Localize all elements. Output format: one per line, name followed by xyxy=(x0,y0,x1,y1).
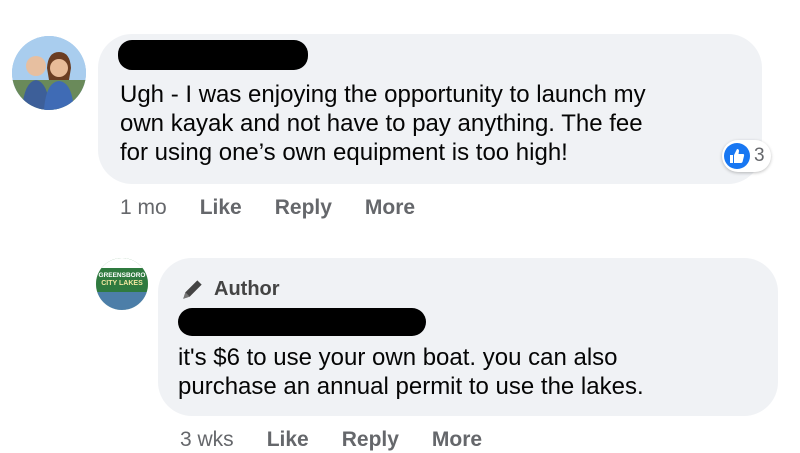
reply-actions: 3 wks Like Reply More xyxy=(180,428,515,452)
reply-link[interactable]: Reply xyxy=(275,196,332,220)
comment-timestamp[interactable]: 1 mo xyxy=(120,196,167,220)
like-link[interactable]: Like xyxy=(267,428,309,452)
comment-bubble: Ugh - I was enjoying the opportunity to … xyxy=(98,34,762,184)
logo-text-line2: CITY LAKES xyxy=(101,280,143,287)
commenter-avatar[interactable] xyxy=(12,36,86,110)
greensboro-city-lakes-logo: GREENSBORO CITY LAKES xyxy=(96,258,148,310)
comment-actions: 1 mo Like Reply More xyxy=(120,196,448,220)
reaction-count-number: 3 xyxy=(754,145,765,166)
reaction-count[interactable]: 3 xyxy=(722,140,771,172)
logo-text-line1: GREENSBORO xyxy=(99,272,146,279)
redacted-author-name xyxy=(178,308,426,336)
like-link[interactable]: Like xyxy=(200,196,242,220)
comment-text-line: it's $6 to use your own boat. you can al… xyxy=(178,344,618,371)
like-thumbs-up-icon xyxy=(724,143,750,169)
redacted-author-name xyxy=(118,40,308,70)
comment-text-line: Ugh - I was enjoying the opportunity to … xyxy=(120,81,646,108)
author-badge: Author xyxy=(180,276,280,302)
comment-text-line: own kayak and not have to pay anything. … xyxy=(120,110,643,137)
profile-photo xyxy=(12,36,86,110)
comment-text-line: purchase an annual permit to use the lak… xyxy=(178,373,644,400)
page-avatar[interactable]: GREENSBORO CITY LAKES xyxy=(96,258,148,310)
comment-timestamp[interactable]: 3 wks xyxy=(180,428,234,452)
comment-text-line: for using one’s own equipment is too hig… xyxy=(120,139,568,166)
more-link[interactable]: More xyxy=(432,428,482,452)
author-badge-label: Author xyxy=(214,277,280,300)
more-link[interactable]: More xyxy=(365,196,415,220)
reply-bubble: Author it's $6 to use your own boat. you… xyxy=(158,258,778,416)
pen-icon xyxy=(183,280,202,299)
reply-link[interactable]: Reply xyxy=(342,428,399,452)
